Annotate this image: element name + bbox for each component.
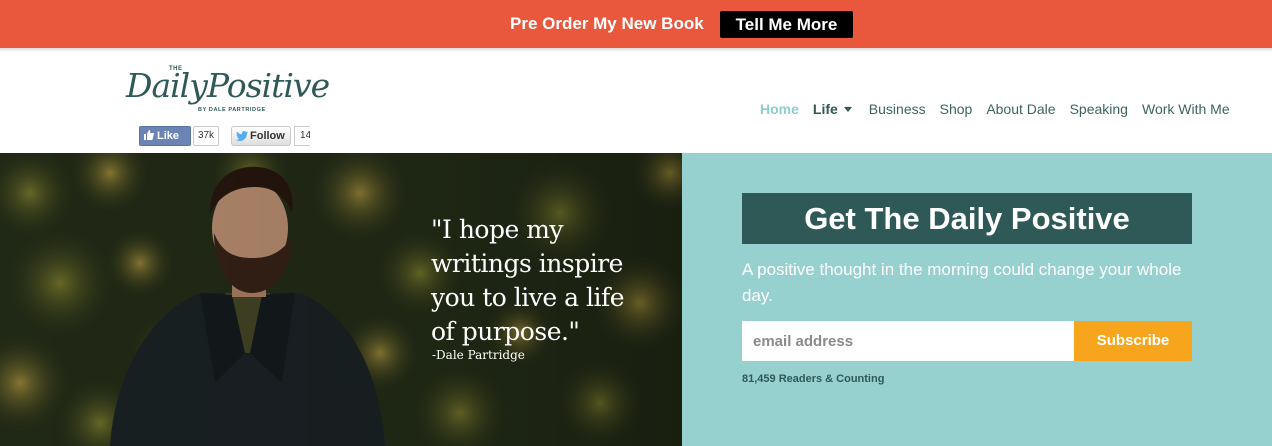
readers-count: 81,459 Readers & Counting <box>742 373 885 385</box>
twitter-bird-icon <box>236 131 248 141</box>
quote-line-1: "I hope my <box>431 215 564 244</box>
signup-subtitle: A positive thought in the morning could … <box>742 260 1182 305</box>
follow-label: Follow <box>250 130 285 142</box>
quote-line-3: you to live a life <box>431 283 625 312</box>
nav-item-life[interactable]: Life <box>813 100 852 118</box>
logo-byline: BY DALE PARTRIDGE <box>198 107 266 113</box>
nav-item-shop[interactable]: Shop <box>940 100 973 118</box>
chevron-down-icon <box>843 107 852 112</box>
quote-line-2: writings inspire <box>431 249 623 278</box>
quote-author: -Dale Partridge <box>432 348 525 362</box>
promo-text: Pre Order My New Book <box>510 14 704 33</box>
nav-item-business[interactable]: Business <box>869 100 926 118</box>
facebook-like-button[interactable]: Like <box>139 126 191 146</box>
like-label: Like <box>157 130 180 142</box>
nav-item-home[interactable]: Home <box>760 100 799 118</box>
promo-banner: Pre Order My New Book Tell Me More <box>0 0 1272 48</box>
main-nav: Home Life Business Shop About Dale Speak… <box>760 100 1230 118</box>
like-count: 37k <box>193 126 219 146</box>
nav-item-about-dale[interactable]: About Dale <box>986 100 1055 118</box>
subscribe-button[interactable]: Subscribe <box>1074 321 1192 361</box>
quote-line-4: of purpose." <box>431 317 580 346</box>
tell-me-more-button[interactable]: Tell Me More <box>720 11 853 38</box>
site-logo[interactable]: THE DailyPositive BY DALE PARTRIDGE <box>126 66 330 120</box>
twitter-follow-button[interactable]: Follow <box>231 126 291 146</box>
logo-wordmark: DailyPositive <box>126 66 330 105</box>
nav-item-work-with-me[interactable]: Work With Me <box>1142 100 1230 118</box>
thumbs-up-icon <box>144 130 154 140</box>
signup-title: Get The Daily Positive <box>742 193 1192 244</box>
nav-item-speaking[interactable]: Speaking <box>1070 100 1128 118</box>
hero-quote: "I hope my writings inspire you to live … <box>431 213 661 349</box>
banner-shadow <box>0 48 1272 52</box>
nav-life-label: Life <box>812 101 838 117</box>
follow-count: 14 <box>294 126 310 146</box>
email-field[interactable] <box>742 321 1074 361</box>
